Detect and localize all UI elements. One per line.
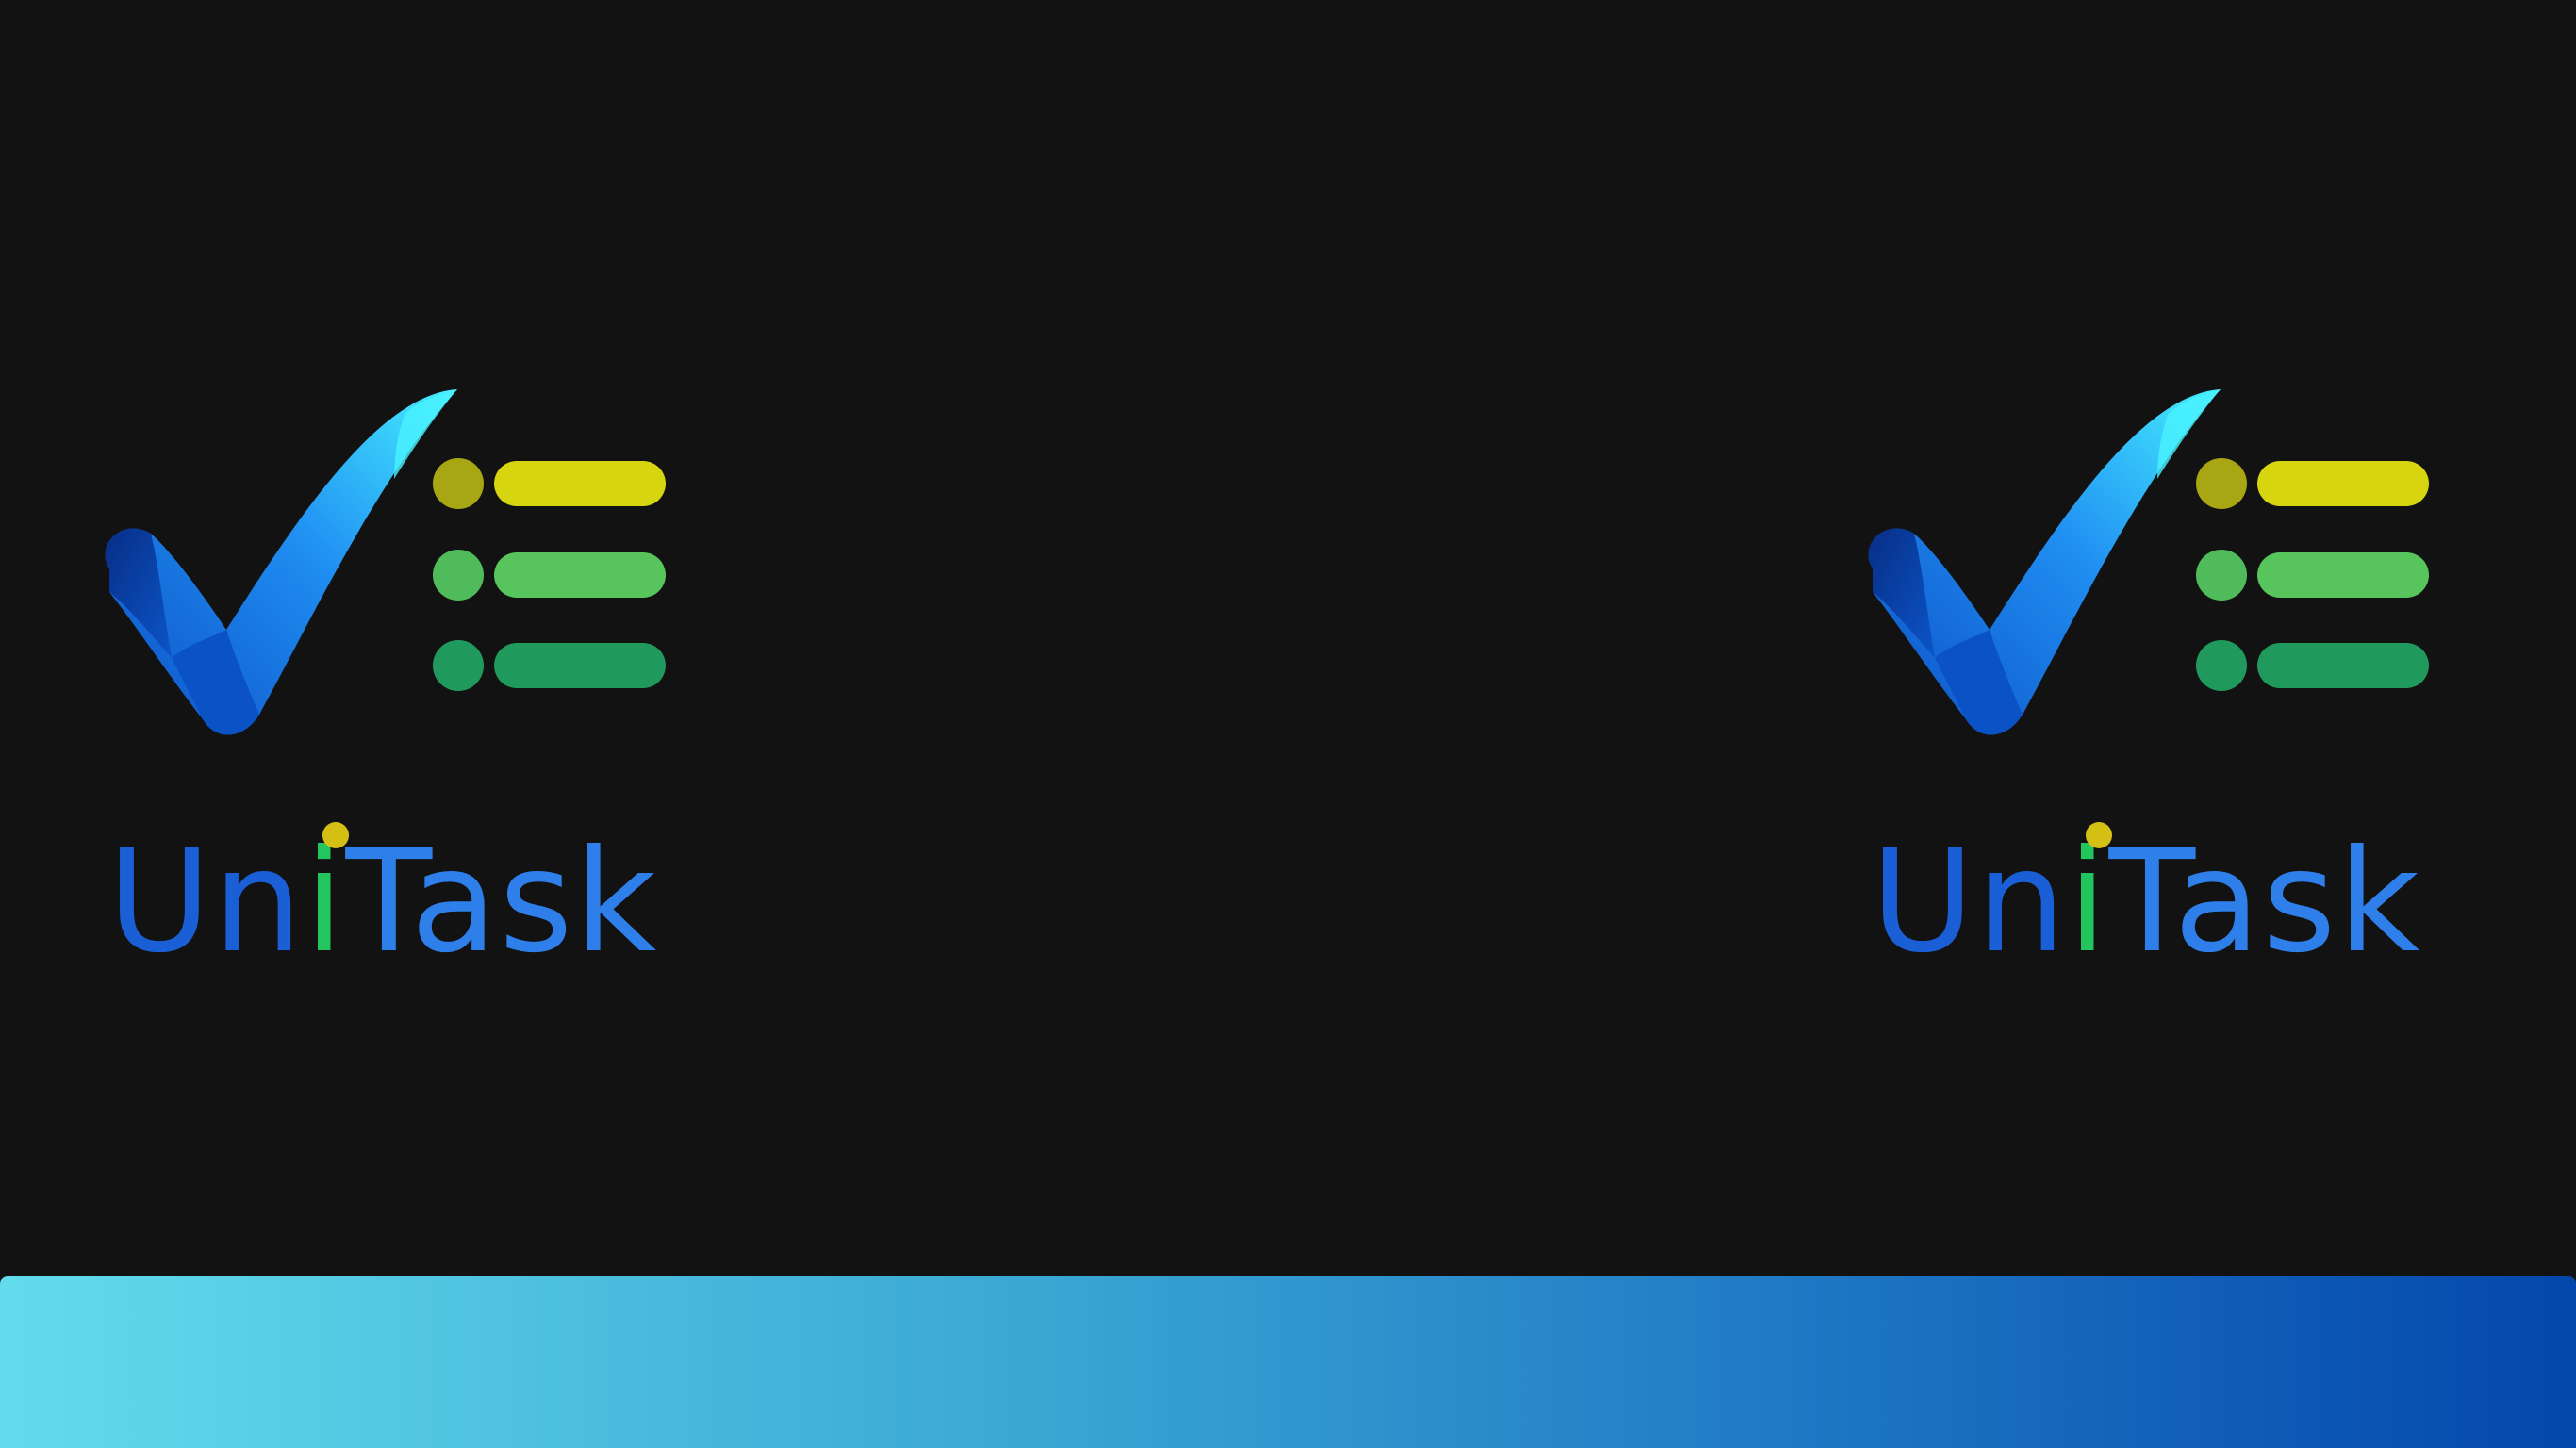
gradient-footer-band — [0, 1276, 2576, 1448]
wordmark-right: UniTask — [1858, 799, 2461, 960]
wordmark-task: Task — [2108, 820, 2422, 960]
wordmark-task: Task — [345, 820, 659, 960]
wordmark-left: UniTask — [94, 799, 698, 960]
svg-text:UniTask: UniTask — [107, 820, 658, 960]
i-dot — [322, 822, 349, 848]
wordmark-un: Un — [1871, 820, 2068, 960]
canvas: UniTask UniTask — [0, 0, 2576, 1448]
unitask-logo-left: UniTask — [94, 375, 698, 979]
unitask-wordmark: UniTask — [107, 820, 658, 960]
task-list-icon — [2196, 458, 2429, 691]
i-dot — [2086, 822, 2112, 848]
wordmark-un: Un — [107, 820, 305, 960]
unitask-logo-right: UniTask — [1858, 375, 2461, 979]
checkmark-icon — [1868, 389, 2221, 735]
task-list-icon — [433, 458, 666, 691]
checkmark-icon — [105, 389, 458, 735]
svg-text:UniTask: UniTask — [1871, 820, 2421, 960]
unitask-wordmark: UniTask — [1871, 820, 2421, 960]
